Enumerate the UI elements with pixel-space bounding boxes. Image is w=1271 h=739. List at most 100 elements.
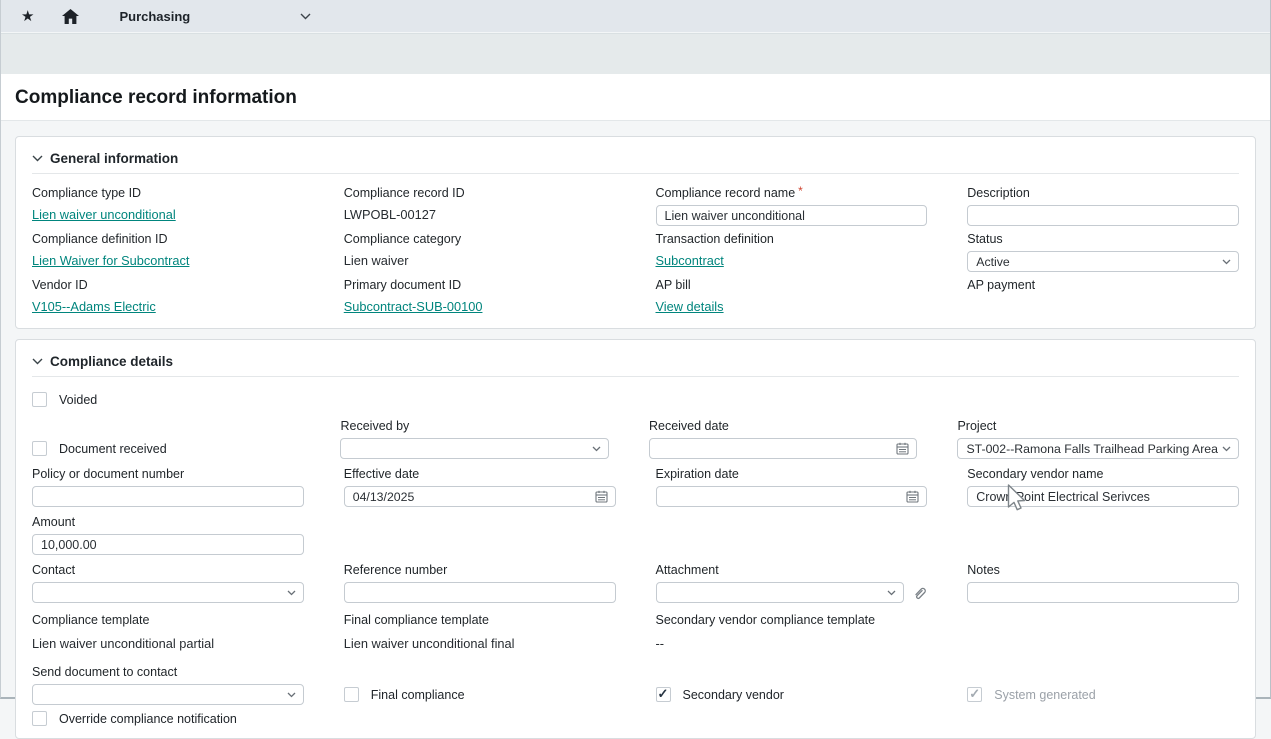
notes-input[interactable] — [967, 582, 1239, 603]
field-label: Secondary vendor name — [967, 467, 1239, 481]
override-compliance-notification-checkbox[interactable]: Override compliance notification — [32, 711, 1239, 726]
final-compliance-template-value: Lien waiver unconditional final — [344, 632, 616, 651]
field-label: Attachment — [656, 563, 928, 577]
field-ap-bill: AP bill View details — [656, 278, 928, 316]
field-label: Compliance record ID — [344, 186, 616, 200]
field-primary-document-id: Primary document ID Subcontract-SUB-0010… — [344, 278, 616, 316]
compliance-type-id-link[interactable]: Lien waiver unconditional — [32, 205, 176, 223]
field-ap-payment: AP payment — [967, 278, 1239, 316]
field-compliance-type-id: Compliance type ID Lien waiver unconditi… — [32, 186, 304, 226]
transaction-definition-link[interactable]: Subcontract — [656, 251, 724, 269]
checkbox-box — [32, 392, 47, 407]
field-label: Received date — [649, 419, 918, 433]
compliance-details-section-header[interactable]: Compliance details — [32, 350, 1239, 369]
field-label: Contact — [32, 563, 304, 577]
general-information-section-header[interactable]: General information — [32, 147, 1239, 166]
chevron-down-icon — [287, 590, 296, 596]
field-reference-number: Reference number — [344, 563, 616, 603]
field-label: Policy or document number — [32, 467, 304, 481]
received-date-input[interactable] — [649, 438, 918, 459]
compliance-definition-id-link[interactable]: Lien Waiver for Subcontract — [32, 251, 189, 269]
secondary-vendor-name-input[interactable] — [967, 486, 1239, 507]
chevron-down-icon — [887, 590, 896, 596]
field-label: AP bill — [656, 278, 928, 292]
field-label: Status — [967, 232, 1239, 246]
compliance-record-name-input[interactable] — [656, 205, 928, 226]
ap-payment-value — [967, 297, 1239, 299]
secondary-toolbar-band — [1, 33, 1270, 74]
section-collapse-chevron-icon — [32, 155, 43, 162]
field-label: Amount — [32, 515, 304, 529]
send-document-to-contact-select[interactable] — [32, 684, 304, 705]
field-label: Vendor ID — [32, 278, 304, 292]
field-attachment: Attachment — [656, 563, 928, 603]
voided-checkbox[interactable]: Voided — [32, 392, 1239, 407]
attachment-select[interactable] — [656, 582, 905, 603]
expiration-date-input[interactable] — [656, 486, 928, 507]
field-secondary-vendor-name: Secondary vendor name — [967, 467, 1239, 507]
document-received-checkbox[interactable]: Document received — [32, 441, 300, 456]
vendor-id-link[interactable]: V105--Adams Electric — [32, 297, 156, 315]
policy-or-document-number-input[interactable] — [32, 486, 304, 507]
section-divider — [32, 173, 1239, 174]
checkbox-label: Override compliance notification — [59, 712, 237, 726]
checkbox-box — [656, 687, 671, 702]
field-label: Received by — [340, 419, 608, 433]
section-collapse-chevron-icon — [32, 358, 43, 365]
description-input[interactable] — [967, 205, 1239, 226]
field-expiration-date: Expiration date — [656, 467, 928, 507]
project-selected-value: ST-002--Ramona Falls Trailhead Parking A… — [966, 442, 1218, 456]
field-compliance-category: Compliance category Lien waiver — [344, 232, 616, 272]
top-navigation-bar: ★ Purchasing — [1, 0, 1270, 33]
section-title: Compliance details — [50, 354, 173, 369]
field-label: Compliance template — [32, 613, 304, 627]
chevron-down-icon — [1222, 259, 1231, 265]
amount-input[interactable] — [32, 534, 304, 555]
field-contact: Contact — [32, 563, 304, 603]
ap-bill-view-details-link[interactable]: View details — [656, 297, 724, 315]
section-title: General information — [50, 151, 178, 166]
system-generated-checkbox: System generated — [967, 687, 1239, 702]
effective-date-value: 04/13/2025 — [353, 490, 415, 504]
field-label: Primary document ID — [344, 278, 616, 292]
final-compliance-checkbox[interactable]: Final compliance — [344, 687, 616, 702]
calendar-icon — [896, 442, 909, 455]
module-menu-label[interactable]: Purchasing — [119, 9, 190, 24]
field-label: Reference number — [344, 563, 616, 577]
effective-date-input[interactable]: 04/13/2025 — [344, 486, 616, 507]
section-divider — [32, 376, 1239, 377]
received-by-select[interactable] — [340, 438, 608, 459]
field-policy-or-document-number: Policy or document number — [32, 467, 304, 507]
paperclip-icon[interactable] — [912, 585, 927, 600]
contact-select[interactable] — [32, 582, 304, 603]
module-menu-chevron-down-icon[interactable] — [300, 13, 311, 20]
project-select[interactable]: ST-002--Ramona Falls Trailhead Parking A… — [957, 438, 1239, 459]
calendar-icon — [906, 490, 919, 503]
general-information-card: General information Compliance type ID L… — [15, 136, 1256, 329]
reference-number-input[interactable] — [344, 582, 616, 603]
chevron-down-icon — [592, 446, 601, 452]
checkbox-label: Document received — [59, 442, 167, 456]
status-selected-value: Active — [976, 255, 1010, 269]
field-label: Send document to contact — [32, 665, 304, 679]
checkbox-box — [32, 441, 47, 456]
page-title: Compliance record information — [15, 87, 1256, 109]
field-label: Expiration date — [656, 467, 928, 481]
field-vendor-id: Vendor ID V105--Adams Electric — [32, 278, 304, 316]
field-label: Compliance type ID — [32, 186, 304, 200]
page-header: Compliance record information — [1, 74, 1270, 121]
field-final-compliance-template: Final compliance template Lien waiver un… — [344, 613, 616, 651]
home-icon[interactable] — [62, 9, 79, 24]
compliance-details-card: Compliance details Voided Document recei… — [15, 339, 1256, 739]
field-label: Transaction definition — [656, 232, 928, 246]
favorites-star-icon[interactable]: ★ — [21, 9, 34, 24]
field-compliance-template: Compliance template Lien waiver uncondit… — [32, 613, 304, 651]
checkbox-label: Final compliance — [371, 688, 465, 702]
compliance-record-id-value: LWPOBL-00127 — [344, 205, 616, 223]
checkbox-label: Secondary vendor — [683, 688, 784, 702]
secondary-vendor-checkbox[interactable]: Secondary vendor — [656, 687, 928, 702]
field-status: Status Active — [967, 232, 1239, 272]
status-select[interactable]: Active — [967, 251, 1239, 272]
primary-document-id-link[interactable]: Subcontract-SUB-00100 — [344, 297, 483, 315]
checkbox-label: System generated — [994, 688, 1095, 702]
